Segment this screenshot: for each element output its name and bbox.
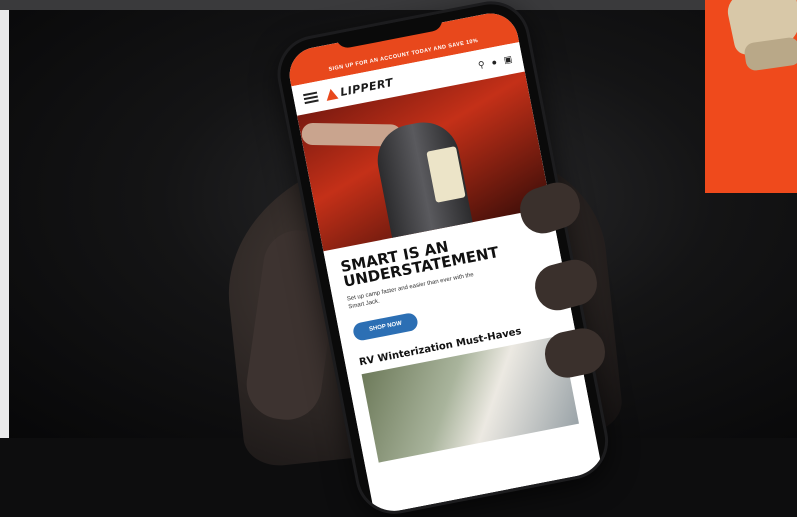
top-strip <box>0 0 797 10</box>
header-icons: ⚲ ● ▣ <box>477 53 513 70</box>
cart-icon[interactable]: ▣ <box>503 53 513 65</box>
inset-product-image <box>705 0 797 193</box>
brand-logo[interactable]: LIPPERT <box>324 75 394 101</box>
account-icon[interactable]: ● <box>491 56 498 68</box>
left-edge <box>0 10 9 438</box>
menu-icon[interactable] <box>303 91 319 105</box>
search-icon[interactable]: ⚲ <box>477 59 486 71</box>
shop-now-button[interactable]: SHOP NOW <box>351 311 420 342</box>
logo-mark-icon <box>324 87 339 101</box>
brand-name: LIPPERT <box>339 75 395 99</box>
